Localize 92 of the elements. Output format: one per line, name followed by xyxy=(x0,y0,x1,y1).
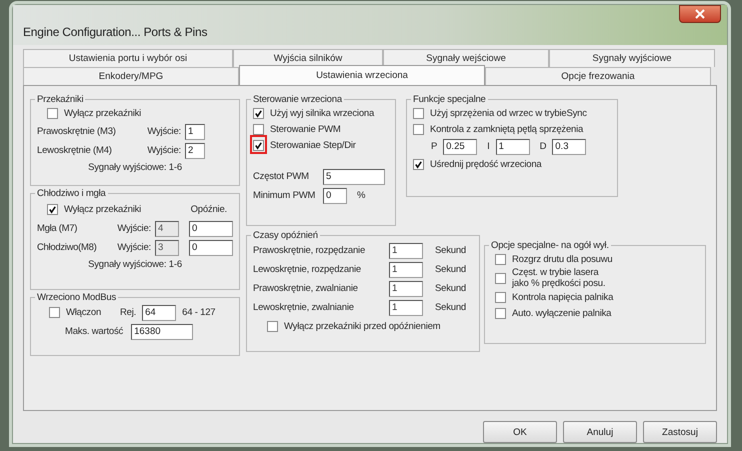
text-field[interactable]: 0 xyxy=(189,220,233,236)
dialog-button[interactable]: Zastosuj xyxy=(643,421,717,443)
field-label: Prawoskrętnie (M3) xyxy=(37,126,117,137)
text-field[interactable]: 4 xyxy=(155,220,179,236)
checkbox-label: Sterowanie PWM xyxy=(270,124,341,134)
unit-label: % xyxy=(357,190,366,201)
checkbox-label: Użyj sprzężenia od wrzec w trybieSync xyxy=(430,108,587,118)
checkbox-label: Sterowaniae Step/Dir xyxy=(270,140,356,150)
text-field[interactable]: 0 xyxy=(189,240,233,256)
unit-label: Sekund xyxy=(435,283,466,294)
checkbox[interactable] xyxy=(495,254,506,264)
unit-label: Sekund xyxy=(435,245,466,256)
column-header: Opóźnie. xyxy=(190,204,227,214)
hint-text: Sygnały wyjściowe: 1-6 xyxy=(87,162,183,173)
checkbox[interactable] xyxy=(47,204,58,214)
field-label: Częstot PWM xyxy=(253,171,310,182)
text-field[interactable]: 1 xyxy=(496,138,530,154)
checkbox-label: Włączon xyxy=(66,307,102,318)
text-field[interactable]: 1 xyxy=(389,300,423,316)
field-label: Wyjście: xyxy=(146,126,181,137)
checkbox[interactable] xyxy=(495,292,506,302)
tab[interactable]: Sygnały wyjściowe xyxy=(549,49,715,67)
field-label: Wyjście: xyxy=(116,223,151,234)
text-field[interactable]: 1 xyxy=(389,280,423,296)
checkbox[interactable] xyxy=(413,108,424,118)
tab[interactable]: Ustawienia wrzeciona xyxy=(239,65,485,85)
field-label: Lewoskrętnie, rozpędzanie xyxy=(253,264,362,275)
group-title: Chłodziwo i mgła xyxy=(36,188,107,199)
checkbox-label: Uśrednij prędość wrzeciona xyxy=(430,158,542,170)
dialog-button[interactable]: OK xyxy=(483,421,557,443)
text-field[interactable]: 1 xyxy=(185,124,205,140)
checkbox[interactable] xyxy=(413,158,424,170)
checkbox[interactable] xyxy=(413,124,424,134)
checkbox[interactable] xyxy=(49,307,60,318)
checkbox-label: Kontrola z zamkniętą pętlą sprzężenia xyxy=(430,124,584,134)
group-title: Wrzeciono ModBus xyxy=(36,292,117,303)
group-title: Opcje specjalne- na ogół wył. xyxy=(490,240,610,251)
checkbox[interactable] xyxy=(495,272,506,284)
field-label: Prawoskrętnie, zwalnianie xyxy=(253,283,359,294)
text-field[interactable]: 1 xyxy=(389,262,423,278)
text-field[interactable]: 2 xyxy=(185,142,205,158)
tab[interactable]: Opcje frezowania xyxy=(485,67,711,85)
field-label: D xyxy=(540,141,546,152)
checkbox-label: Wyłącz przekaźniki xyxy=(64,108,142,119)
field-label: Wyjście: xyxy=(146,145,181,156)
checkbox-label: Wyłącz przekaźniki przed opóźnieniem xyxy=(284,321,440,332)
text-field[interactable]: 1 xyxy=(389,242,423,258)
field-label: Lewoskrętnie (M4) xyxy=(37,145,113,156)
field-label: Maks. wartość xyxy=(65,326,124,337)
checkbox[interactable] xyxy=(47,108,58,119)
text-field[interactable]: 3 xyxy=(155,240,179,256)
tab[interactable]: Enkodery/MPG xyxy=(23,67,239,85)
text-field[interactable]: 0.25 xyxy=(443,138,478,154)
text-field[interactable]: 16380 xyxy=(131,324,194,340)
checkbox[interactable] xyxy=(267,321,278,332)
unit-label: Sekund xyxy=(435,302,466,313)
unit-label: Sekund xyxy=(435,264,466,275)
checkbox-label: Użyj wyj silnika wrzeciona xyxy=(270,108,374,118)
checkbox-label: Częst. w trybie lasera jako % prędkości posu. xyxy=(512,267,606,289)
window-title: Engine Configuration... Ports & Pins xyxy=(23,25,208,41)
field-label: Lewoskrętnie, zwalnianie xyxy=(253,302,355,313)
hint-text: Sygnały wyjściowe: 1-6 xyxy=(87,259,183,270)
text-field[interactable]: 64 xyxy=(142,304,176,320)
tab[interactable]: Ustawienia portu i wybór osi xyxy=(23,49,233,67)
close-button[interactable] xyxy=(679,5,721,23)
field-label: Rej. xyxy=(120,307,136,318)
group-title: Sterowanie wrzeciona xyxy=(252,94,344,105)
checkbox[interactable] xyxy=(253,108,264,118)
tab[interactable]: Sygnały wejściowe xyxy=(383,49,549,67)
field-label: Mgła (M7) xyxy=(37,223,78,234)
range-text: 64 - 127 xyxy=(182,307,216,318)
checkbox[interactable] xyxy=(253,124,264,134)
group-title: Funkcje specjalne xyxy=(412,94,487,105)
group-title: Czasy opóźnień xyxy=(252,230,319,241)
dialog-button[interactable]: Anuluj xyxy=(563,421,637,443)
checkbox[interactable] xyxy=(253,140,264,150)
checkbox-label: Rozgrz drutu dla posuwu xyxy=(512,254,612,264)
checkbox-label: Kontrola napięcia palnika xyxy=(512,292,614,302)
field-label: Chłodziwo(M8) xyxy=(37,242,98,253)
checkbox[interactable] xyxy=(495,308,506,318)
checkbox-label: Wyłącz przekaźniki xyxy=(64,204,142,214)
checkbox-label: Auto. wyłączenie palnika xyxy=(512,308,612,318)
text-field[interactable]: 0.3 xyxy=(552,138,586,154)
field-label: Prawoskrętnie, rozpędzanie xyxy=(253,245,366,256)
field-label: Minimum PWM xyxy=(253,190,316,201)
text-field[interactable]: 5 xyxy=(323,168,385,184)
field-label: Wyjście: xyxy=(116,242,151,253)
text-field[interactable]: 0 xyxy=(323,188,347,204)
close-icon xyxy=(695,9,705,19)
field-label: P xyxy=(431,141,438,152)
field-label: I xyxy=(487,141,490,152)
group-title: Przekaźniki xyxy=(36,94,84,105)
